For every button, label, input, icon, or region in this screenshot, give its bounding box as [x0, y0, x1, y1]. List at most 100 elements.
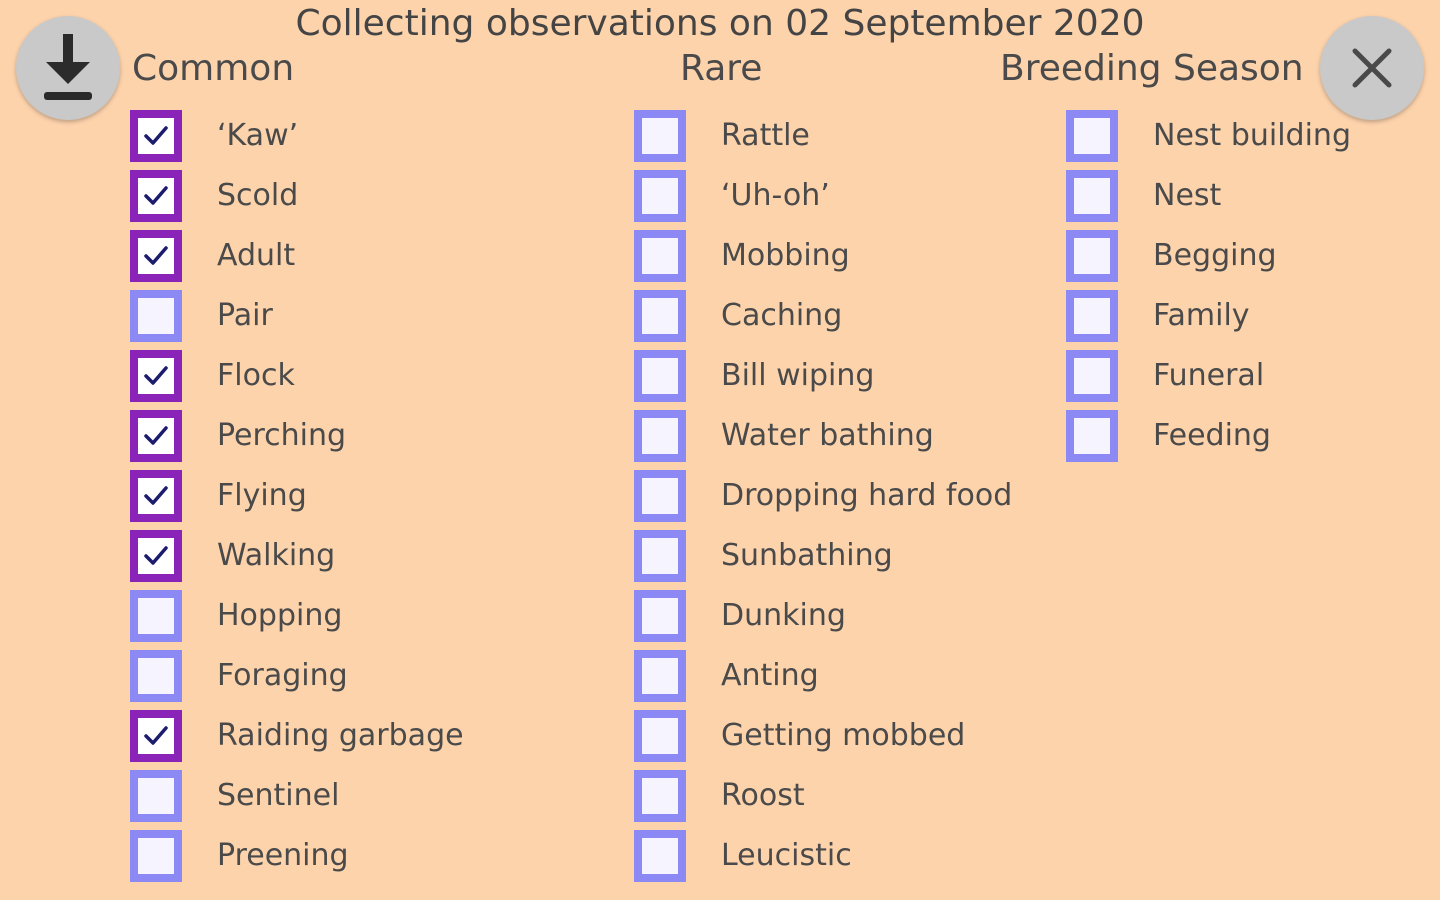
- observation-item[interactable]: Funeral: [1066, 346, 1351, 406]
- observation-checkbox[interactable]: [1066, 170, 1118, 222]
- observation-item[interactable]: Mobbing: [634, 226, 1012, 286]
- observation-item[interactable]: Adult: [130, 226, 464, 286]
- breeding-observation-list: Nest building Nest Begging Family Funeral Fee…: [1066, 106, 1351, 466]
- observation-item[interactable]: Feeding: [1066, 406, 1351, 466]
- observation-checkbox[interactable]: [634, 770, 686, 822]
- observation-checkbox[interactable]: [634, 170, 686, 222]
- observation-checkbox[interactable]: [634, 110, 686, 162]
- observation-item[interactable]: Leucistic: [634, 826, 1012, 886]
- observation-item[interactable]: Flock: [130, 346, 464, 406]
- observation-checkbox[interactable]: [130, 350, 182, 402]
- observation-label: Perching: [217, 418, 347, 453]
- observation-item[interactable]: Water bathing: [634, 406, 1012, 466]
- observation-label: Sentinel: [217, 778, 340, 813]
- close-button[interactable]: [1320, 16, 1424, 120]
- observation-label: Dunking: [721, 598, 846, 633]
- observation-label: Adult: [217, 238, 296, 273]
- observation-item[interactable]: Hopping: [130, 586, 464, 646]
- observation-label: Caching: [721, 298, 843, 333]
- observation-item[interactable]: Foraging: [130, 646, 464, 706]
- observation-label: ‘Uh-oh’: [721, 178, 830, 213]
- observation-item[interactable]: Rattle: [634, 106, 1012, 166]
- observation-item[interactable]: Roost: [634, 766, 1012, 826]
- observation-checkbox[interactable]: [130, 170, 182, 222]
- observation-item[interactable]: Walking: [130, 526, 464, 586]
- observation-checkbox[interactable]: [634, 830, 686, 882]
- observation-checkbox[interactable]: [634, 710, 686, 762]
- observation-item[interactable]: Flying: [130, 466, 464, 526]
- page-title: Collecting observations on 02 September …: [295, 3, 1145, 44]
- observation-item[interactable]: Anting: [634, 646, 1012, 706]
- observation-checkbox[interactable]: [634, 470, 686, 522]
- observation-item[interactable]: Bill wiping: [634, 346, 1012, 406]
- observation-label: Raiding garbage: [217, 718, 464, 753]
- observation-checkbox[interactable]: [130, 770, 182, 822]
- observation-checkbox[interactable]: [1066, 230, 1118, 282]
- rare-observation-list: Rattle ‘Uh-oh’ Mobbing Caching Bill wiping Wa…: [634, 106, 1012, 886]
- observation-checkbox[interactable]: [130, 410, 182, 462]
- observation-item[interactable]: Caching: [634, 286, 1012, 346]
- observation-checkbox[interactable]: [1066, 110, 1118, 162]
- observation-label: Leucistic: [721, 838, 852, 873]
- observation-checkbox[interactable]: [634, 530, 686, 582]
- observation-item[interactable]: Begging: [1066, 226, 1351, 286]
- observation-item[interactable]: ‘Kaw’: [130, 106, 464, 166]
- observation-item[interactable]: Preening: [130, 826, 464, 886]
- observation-label: Anting: [721, 658, 819, 693]
- observation-label: Flock: [217, 358, 295, 393]
- observation-item[interactable]: Perching: [130, 406, 464, 466]
- observation-label: Feeding: [1153, 418, 1271, 453]
- download-button[interactable]: [16, 16, 120, 120]
- observation-checkbox[interactable]: [634, 590, 686, 642]
- observation-label: Water bathing: [721, 418, 934, 453]
- download-icon: [44, 34, 92, 100]
- observation-item[interactable]: Dunking: [634, 586, 1012, 646]
- observation-item[interactable]: ‘Uh-oh’: [634, 166, 1012, 226]
- observation-label: Nest building: [1153, 118, 1351, 153]
- observation-label: Hopping: [217, 598, 343, 633]
- observation-label: Nest: [1153, 178, 1222, 213]
- observation-label: Family: [1153, 298, 1250, 333]
- observation-checkbox[interactable]: [130, 530, 182, 582]
- observation-item[interactable]: Nest building: [1066, 106, 1351, 166]
- observation-item[interactable]: Sunbathing: [634, 526, 1012, 586]
- observation-label: Foraging: [217, 658, 348, 693]
- column-header-rare: Rare: [680, 48, 763, 89]
- observation-item[interactable]: Scold: [130, 166, 464, 226]
- observation-checkbox[interactable]: [130, 710, 182, 762]
- observation-checkbox[interactable]: [1066, 350, 1118, 402]
- check-icon: [144, 426, 168, 445]
- observation-checkbox[interactable]: [634, 290, 686, 342]
- observation-label: Pair: [217, 298, 273, 333]
- observation-item[interactable]: Dropping hard food: [634, 466, 1012, 526]
- observation-checkbox[interactable]: [130, 230, 182, 282]
- observation-checkbox[interactable]: [130, 590, 182, 642]
- observation-checkbox[interactable]: [634, 230, 686, 282]
- observation-item[interactable]: Sentinel: [130, 766, 464, 826]
- column-header-breeding: Breeding Season: [1000, 48, 1304, 89]
- observation-item[interactable]: Pair: [130, 286, 464, 346]
- common-observation-list: ‘Kaw’ Scold Adult Pair Flock Perching Flying Wa…: [130, 106, 464, 886]
- observation-checkbox[interactable]: [1066, 290, 1118, 342]
- observation-checkbox[interactable]: [634, 410, 686, 462]
- observation-checkbox[interactable]: [130, 290, 182, 342]
- observation-checkbox[interactable]: [130, 830, 182, 882]
- observation-item[interactable]: Family: [1066, 286, 1351, 346]
- observation-checkbox[interactable]: [130, 470, 182, 522]
- observation-checkbox[interactable]: [130, 650, 182, 702]
- observation-label: Sunbathing: [721, 538, 893, 573]
- observation-label: Bill wiping: [721, 358, 875, 393]
- observation-checkbox[interactable]: [634, 650, 686, 702]
- observation-item[interactable]: Nest: [1066, 166, 1351, 226]
- observation-item[interactable]: Getting mobbed: [634, 706, 1012, 766]
- observation-checkbox[interactable]: [634, 350, 686, 402]
- observation-checkbox[interactable]: [1066, 410, 1118, 462]
- check-icon: [144, 486, 168, 505]
- observation-label: Rattle: [721, 118, 810, 153]
- check-icon: [144, 246, 168, 265]
- observation-checkbox[interactable]: [130, 110, 182, 162]
- observation-label: Flying: [217, 478, 307, 513]
- observation-item[interactable]: Raiding garbage: [130, 706, 464, 766]
- check-icon: [144, 366, 168, 385]
- check-icon: [144, 126, 168, 145]
